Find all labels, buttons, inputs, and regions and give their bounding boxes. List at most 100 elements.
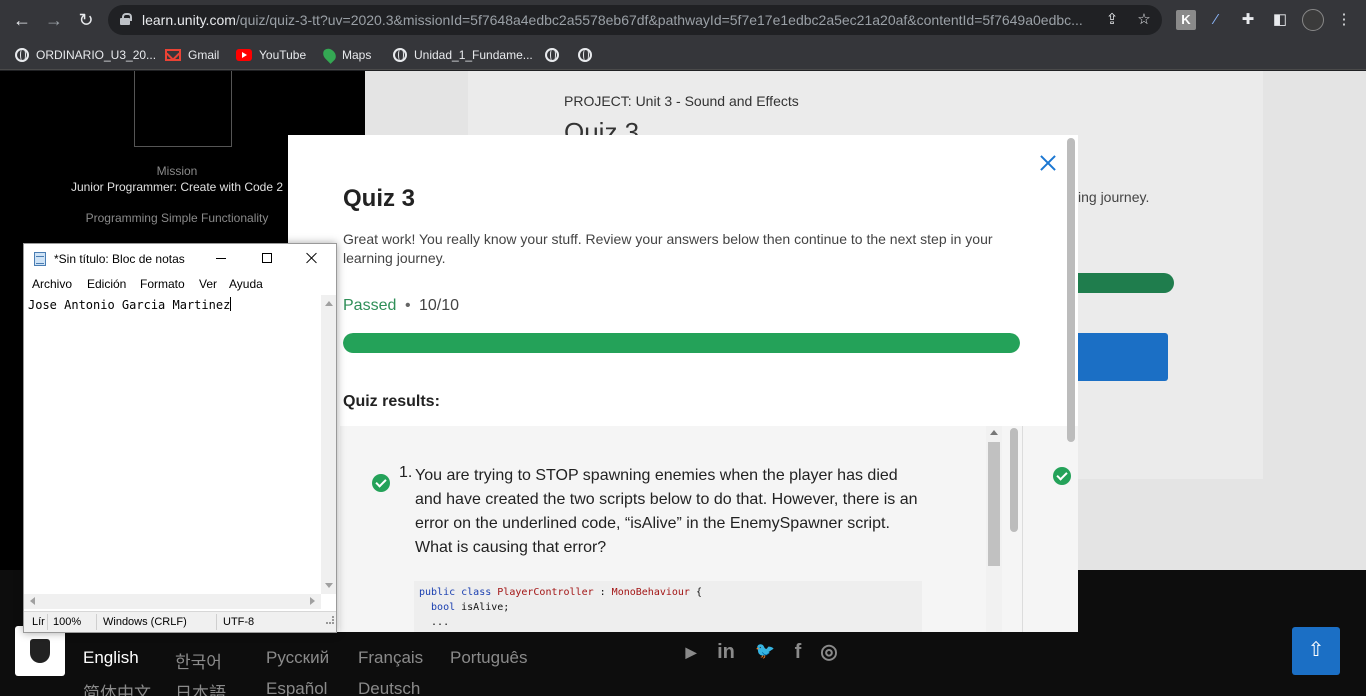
scroll-up-arrow-icon[interactable] [325, 301, 333, 306]
youtube-icon [236, 49, 252, 61]
lang-russian[interactable]: Русский [266, 648, 329, 668]
results-heading: Quiz results: [343, 393, 440, 410]
code-keyword: public class [419, 587, 498, 598]
code-snippet: public class PlayerController : MonoBeha… [414, 581, 922, 632]
scroll-up-arrow-icon[interactable] [990, 430, 998, 435]
back-arrow-icon[interactable]: ← [10, 8, 34, 32]
side-panel-icon[interactable]: ◧ [1270, 10, 1290, 30]
menu-kebab-icon[interactable]: ⋮ [1334, 10, 1354, 30]
code-keyword: bool [419, 602, 456, 613]
lang-spanish[interactable]: Español [266, 679, 327, 696]
youtube-icon[interactable]: ▶ [679, 640, 703, 664]
code-base-class: MonoBehaviour [611, 587, 690, 598]
bookmark-maps[interactable]: Maps [320, 44, 372, 66]
bookmark-gmail[interactable]: Gmail [165, 44, 219, 66]
pen-extension-icon[interactable]: ⁄ [1206, 10, 1226, 30]
mission-thumbnail [134, 71, 232, 147]
lang-english[interactable]: English [83, 648, 139, 668]
results-answer-column [1002, 426, 1078, 632]
instagram-icon[interactable]: ◎ [817, 640, 841, 664]
reload-icon[interactable]: ↻ [74, 8, 98, 32]
background-progress-bar [1078, 273, 1174, 293]
resize-grip-icon[interactable] [326, 616, 334, 624]
bookmark-ordinario[interactable]: ORDINARIO_U3_20... [15, 44, 156, 66]
globe-icon [545, 48, 559, 62]
close-icon[interactable] [1038, 153, 1058, 173]
code-class-name: PlayerController [497, 587, 594, 598]
status-passed: Passed [343, 297, 397, 314]
url-text[interactable]: learn.unity.com/quiz/quiz-3-tt?uv=2020.3… [142, 12, 1092, 28]
lang-french[interactable]: Français [358, 648, 423, 668]
bookmark-label: ORDINARIO_U3_20... [36, 48, 157, 62]
notepad-text-area[interactable]: Jose Antonio Garcia Martinez [24, 295, 321, 594]
lang-german[interactable]: Deutsch [358, 679, 420, 696]
text-caret [230, 297, 232, 311]
address-bar[interactable]: learn.unity.com/quiz/quiz-3-tt?uv=2020.3… [108, 5, 1162, 35]
bookmark-label: Unidad_1_Fundame... [414, 48, 533, 62]
code-text: : [593, 587, 612, 598]
facebook-icon[interactable]: f [786, 640, 810, 664]
globe-icon [578, 48, 592, 62]
twitter-icon[interactable]: 🐦 [753, 640, 777, 664]
scroll-to-top-button[interactable]: ⇧ [1292, 627, 1340, 675]
forward-arrow-icon[interactable]: → [42, 8, 66, 32]
share-icon[interactable]: ⇪ [1102, 10, 1122, 30]
scrollbar-thumb[interactable] [988, 442, 1000, 566]
globe-icon [15, 48, 29, 62]
menu-ayuda[interactable]: Ayuda [229, 277, 263, 291]
inner-scroll-track[interactable] [1010, 428, 1018, 532]
divider [216, 614, 217, 630]
bookmark-unnamed-2[interactable] [578, 44, 592, 66]
url-path: /quiz/quiz-3-tt?uv=2020.3&missionId=5f76… [235, 12, 1083, 28]
question-number: 1. [399, 464, 413, 481]
linkedin-icon[interactable]: in [714, 640, 738, 664]
scroll-right-arrow-icon[interactable] [310, 597, 315, 605]
bookmark-label: Maps [342, 48, 372, 62]
bookmarks-bar: ORDINARIO_U3_20... Gmail YouTube Maps Un… [0, 40, 1366, 70]
k-extension-icon[interactable]: K [1176, 10, 1196, 30]
menu-archivo[interactable]: Archivo [32, 277, 72, 291]
divider [1022, 426, 1023, 632]
lang-japanese[interactable]: 日本語 [175, 679, 226, 696]
background-continue-button[interactable] [1078, 333, 1168, 381]
question-text: You are trying to STOP spawning enemies … [415, 467, 918, 556]
browser-toolbar: ← → ↻ learn.unity.com/quiz/quiz-3-tt?uv=… [0, 0, 1366, 40]
close-icon[interactable] [306, 252, 318, 264]
security-badge[interactable] [15, 626, 65, 676]
lang-korean[interactable]: 한국어 [175, 648, 222, 673]
notepad-window: *Sin título: Bloc de notas Archivo Edici… [23, 243, 337, 633]
bookmark-unidad[interactable]: Unidad_1_Fundame... [393, 44, 533, 66]
menu-edicion[interactable]: Edición [87, 277, 126, 291]
quiz-results-modal: Quiz 3 Great work! You really know your … [288, 135, 1078, 632]
code-text: { [689, 587, 702, 598]
scroll-left-arrow-icon[interactable] [30, 597, 35, 605]
lang-chinese[interactable]: 简体中文 [83, 679, 151, 696]
arrow-up-icon: ⇧ [1307, 639, 1325, 661]
notepad-vertical-scrollbar[interactable] [321, 295, 336, 594]
correct-check-icon [372, 474, 390, 492]
mission-label: Mission [156, 164, 198, 178]
notepad-titlebar[interactable]: *Sin título: Bloc de notas [24, 244, 336, 274]
divider [96, 614, 97, 630]
menu-ver[interactable]: Ver [199, 277, 217, 291]
mission-title[interactable]: Junior Programmer: Create with Code 2 [70, 179, 284, 195]
maximize-icon[interactable] [262, 253, 272, 263]
results-scrollbar[interactable] [986, 426, 1002, 632]
menu-formato[interactable]: Formato [140, 277, 185, 291]
bookmark-unnamed-1[interactable] [545, 44, 559, 66]
bookmark-label: YouTube [259, 48, 307, 62]
scroll-down-arrow-icon[interactable] [325, 583, 333, 588]
code-text: isAlive; [455, 602, 510, 613]
status-encoding: UTF-8 [223, 616, 255, 628]
extensions-puzzle-icon[interactable]: ✚ [1238, 10, 1258, 30]
bookmark-youtube[interactable]: YouTube [236, 44, 306, 66]
minimize-icon[interactable] [216, 258, 226, 259]
code-text: ... [419, 617, 450, 628]
status-line-ending: Windows (CRLF) [103, 616, 187, 628]
mission-subtitle: Programming Simple Functionality [85, 211, 269, 225]
star-icon[interactable]: ☆ [1134, 10, 1154, 30]
lang-portuguese[interactable]: Português [450, 648, 528, 668]
notepad-horizontal-scrollbar[interactable] [24, 594, 321, 609]
modal-scrollbar[interactable] [1067, 138, 1075, 442]
profile-avatar[interactable] [1302, 9, 1324, 31]
